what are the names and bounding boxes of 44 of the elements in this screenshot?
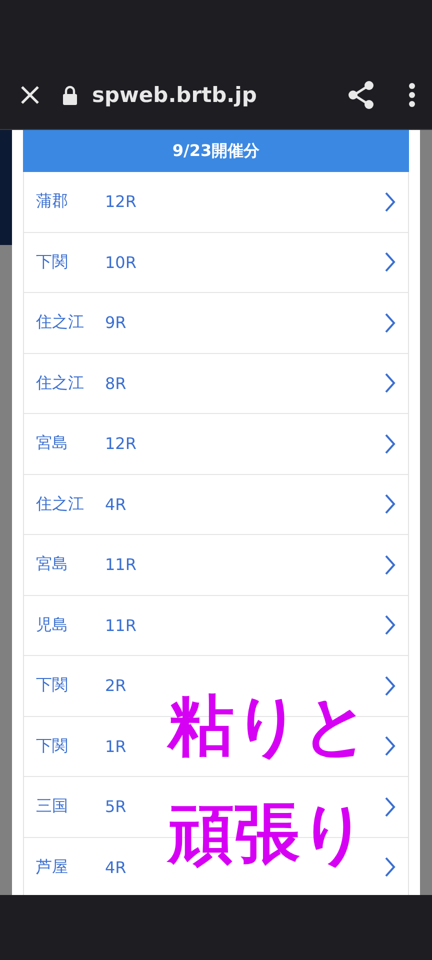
- race-number[interactable]: 1R: [105, 736, 126, 756]
- race-number[interactable]: 4R: [105, 858, 126, 877]
- race-number[interactable]: 5R: [105, 797, 126, 816]
- caption-text: 粘りと: [168, 686, 370, 766]
- chevron-right-icon[interactable]: [384, 554, 396, 576]
- chevron-right-icon[interactable]: [384, 432, 396, 455]
- close-icon[interactable]: [20, 84, 40, 104]
- venue-name[interactable]: 芦屋: [36, 856, 68, 876]
- venue-name[interactable]: 三国: [36, 796, 68, 816]
- more-icon[interactable]: [408, 82, 416, 106]
- chevron-right-icon[interactable]: [384, 856, 396, 878]
- venue-name[interactable]: 蒲郡: [36, 191, 68, 210]
- venue-name[interactable]: 児島: [36, 614, 68, 634]
- race-number[interactable]: 11R: [105, 555, 136, 574]
- race-number[interactable]: 10R: [105, 252, 136, 272]
- caption-text: 頑張り: [168, 794, 368, 874]
- venue-name[interactable]: 宮島: [36, 433, 68, 452]
- chevron-right-icon[interactable]: [384, 312, 396, 334]
- race-number[interactable]: 9R: [105, 313, 126, 332]
- venue-name[interactable]: 下関: [36, 736, 68, 755]
- dialog-title: 9/23開催分: [23, 130, 409, 172]
- venue-name[interactable]: 下関: [36, 675, 68, 694]
- chevron-right-icon[interactable]: [384, 614, 396, 636]
- venue-name[interactable]: 下関: [36, 252, 68, 271]
- chevron-right-icon[interactable]: [384, 190, 396, 213]
- chevron-right-icon[interactable]: [384, 251, 396, 274]
- share-icon[interactable]: [348, 80, 374, 108]
- venue-name[interactable]: 宮島: [36, 554, 68, 574]
- lock-icon: [62, 84, 78, 104]
- race-number[interactable]: 4R: [105, 494, 126, 514]
- race-number[interactable]: 8R: [105, 374, 126, 393]
- chevron-right-icon[interactable]: [384, 674, 396, 697]
- chevron-right-icon[interactable]: [384, 493, 396, 516]
- race-number[interactable]: 12R: [105, 434, 136, 454]
- chevron-right-icon[interactable]: [384, 735, 396, 758]
- race-number[interactable]: 11R: [105, 616, 136, 635]
- venue-name[interactable]: 住之江: [36, 372, 84, 392]
- venue-name[interactable]: 住之江: [36, 312, 84, 332]
- chevron-right-icon[interactable]: [384, 372, 396, 394]
- chevron-right-icon[interactable]: [384, 796, 396, 818]
- race-number[interactable]: 2R: [105, 676, 126, 696]
- race-number[interactable]: 12R: [105, 192, 136, 212]
- url-text[interactable]: spweb.brtb.jp: [92, 82, 334, 106]
- venue-name[interactable]: 住之江: [36, 494, 84, 513]
